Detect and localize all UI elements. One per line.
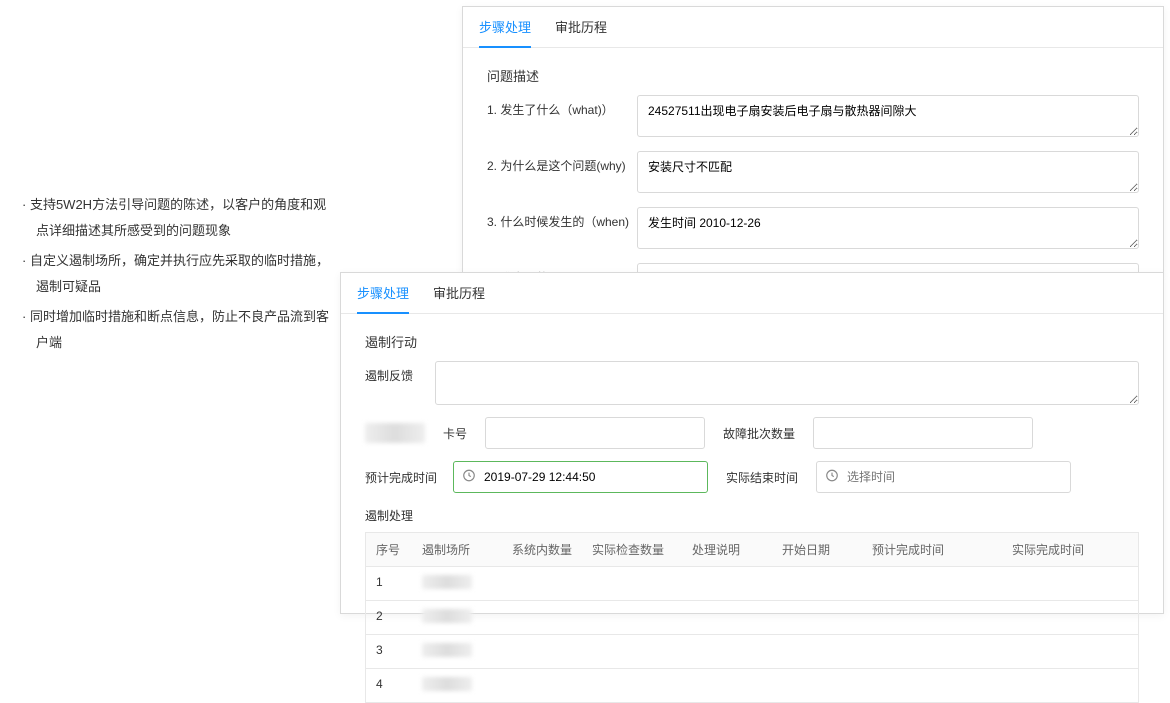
tab-approval-history[interactable]: 审批历程: [433, 283, 485, 313]
blurred-cell: [422, 643, 472, 657]
question-why-row: 2. 为什么是这个问题(why) 安装尺寸不匹配: [487, 151, 1139, 193]
input-what[interactable]: 24527511出现电子扇安装后电子扇与散热器间隙大: [637, 95, 1139, 137]
tabs-top: 步骤处理 审批历程: [463, 7, 1163, 48]
table-row[interactable]: 4: [366, 669, 1138, 702]
table-row[interactable]: 3: [366, 635, 1138, 669]
th-desc: 处理说明: [682, 533, 772, 566]
th-place: 遏制场所: [412, 533, 502, 566]
table-row[interactable]: 1: [366, 567, 1138, 601]
card-row: 卡号 故障批次数量: [365, 417, 1139, 449]
input-fault-qty[interactable]: [813, 417, 1033, 449]
th-check-qty: 实际检查数量: [582, 533, 682, 566]
question-what-row: 1. 发生了什么（what)） 24527511出现电子扇安装后电子扇与散热器间…: [487, 95, 1139, 137]
input-card[interactable]: [485, 417, 705, 449]
input-est-time[interactable]: [453, 461, 708, 493]
blurred-label: [365, 423, 425, 443]
label-feedback: 遏制反馈: [365, 361, 435, 391]
tabs-bottom: 步骤处理 审批历程: [341, 273, 1163, 314]
table-header-row: 序号 遏制场所 系统内数量 实际检查数量 处理说明 开始日期 预计完成时间 实际…: [366, 533, 1138, 567]
input-feedback[interactable]: [435, 361, 1139, 405]
table-title: 遏制处理: [365, 507, 1139, 524]
containment-action-panel: 步骤处理 审批历程 遏制行动 遏制反馈 卡号 故障批次数量 预计完成时间: [340, 272, 1164, 614]
th-seq: 序号: [366, 533, 412, 566]
feedback-row: 遏制反馈: [365, 361, 1139, 405]
table-row[interactable]: 2: [366, 601, 1138, 635]
sidebar-description: 支持5W2H方法引导问题的陈述，以客户的角度和观点详细描述其所感受到的问题现象 …: [22, 192, 332, 360]
th-sys-qty: 系统内数量: [502, 533, 582, 566]
th-start: 开始日期: [772, 533, 862, 566]
th-est: 预计完成时间: [862, 533, 1002, 566]
tab-step-process[interactable]: 步骤处理: [479, 17, 531, 48]
tab-approval-history[interactable]: 审批历程: [555, 17, 607, 47]
time-row: 预计完成时间 实际结束时间: [365, 461, 1139, 493]
input-why[interactable]: 安装尺寸不匹配: [637, 151, 1139, 193]
clock-icon: [462, 469, 476, 486]
tab-step-process[interactable]: 步骤处理: [357, 283, 409, 314]
label-when: 3. 什么时候发生的（when): [487, 207, 637, 237]
input-actual-time[interactable]: [816, 461, 1071, 493]
clock-icon: [825, 469, 839, 486]
bullet-item: 同时增加临时措施和断点信息，防止不良产品流到客户端: [22, 304, 332, 356]
th-actual: 实际完成时间: [1002, 533, 1138, 566]
section-title-problem: 问题描述: [487, 66, 1163, 85]
label-what: 1. 发生了什么（what)）: [487, 95, 637, 125]
input-when[interactable]: 发生时间 2010-12-26: [637, 207, 1139, 249]
section-title-containment: 遏制行动: [365, 332, 1163, 351]
problem-description-panel: 步骤处理 审批历程 问题描述 1. 发生了什么（what)） 24527511出…: [462, 6, 1164, 274]
label-est-time: 预计完成时间: [365, 469, 435, 486]
blurred-cell: [422, 609, 472, 623]
blurred-cell: [422, 677, 472, 691]
bullet-item: 自定义遏制场所，确定并执行应先采取的临时措施，遏制可疑品: [22, 248, 332, 300]
label-card: 卡号: [443, 425, 467, 442]
question-when-row: 3. 什么时候发生的（when) 发生时间 2010-12-26: [487, 207, 1139, 249]
label-fault-qty: 故障批次数量: [723, 425, 795, 442]
label-actual-time: 实际结束时间: [726, 469, 798, 486]
blurred-cell: [422, 575, 472, 589]
label-why: 2. 为什么是这个问题(why): [487, 151, 637, 181]
bullet-item: 支持5W2H方法引导问题的陈述，以客户的角度和观点详细描述其所感受到的问题现象: [22, 192, 332, 244]
